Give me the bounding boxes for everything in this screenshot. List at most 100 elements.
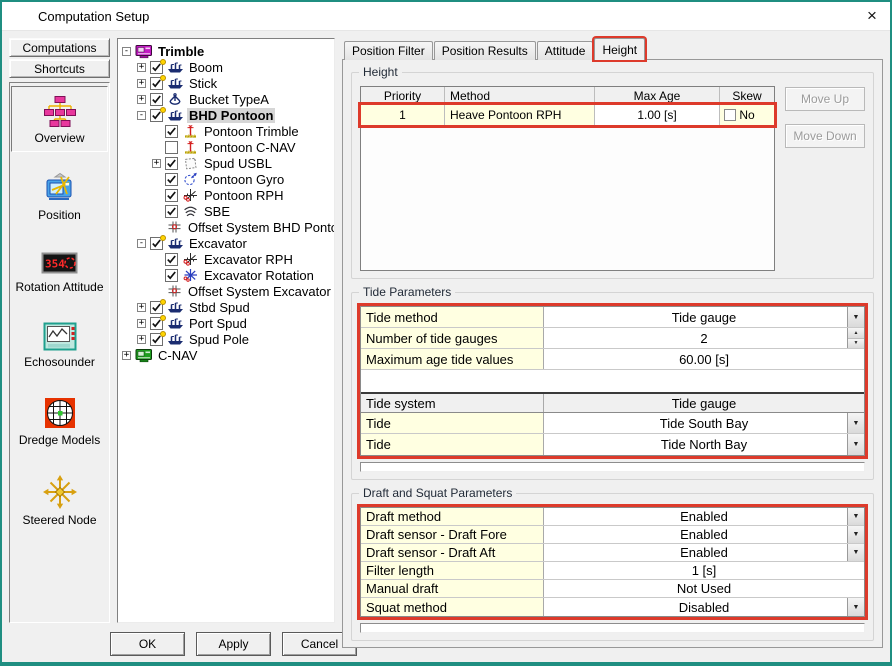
tree-expand-toggle[interactable]: + (137, 63, 146, 72)
tree-item-port-spud[interactable]: +Port Spud (120, 315, 332, 331)
tree-expand-toggle[interactable]: + (152, 159, 161, 168)
tree-item-spud-usbl[interactable]: + Spud USBL (120, 155, 332, 171)
move-down-button[interactable]: Move Down (785, 124, 865, 148)
tree-item-label[interactable]: Pontoon Trimble (202, 124, 301, 139)
tree-checkbox[interactable] (150, 77, 163, 90)
sidebar-item-overview[interactable]: Overview (11, 86, 108, 152)
sidebar-item-echosounder[interactable]: Echosounder (11, 314, 108, 376)
tree-item-label[interactable]: Spud USBL (202, 156, 274, 171)
tree-item-label[interactable]: BHD Pontoon (187, 108, 275, 123)
sidebar-tab-computations[interactable]: Computations (9, 38, 110, 57)
tree-expand-toggle[interactable]: + (137, 319, 146, 328)
spinner-up-button[interactable]: ▲ (848, 328, 864, 339)
tree-item-label[interactable]: SBE (202, 204, 232, 219)
tree-checkbox[interactable] (165, 173, 178, 186)
dropdown-arrow-button[interactable]: ▼ (847, 544, 864, 561)
sidebar-item-dredge-models[interactable]: Dredge Models (11, 389, 108, 454)
tree-item-pontoon-trimble[interactable]: +Pontoon Trimble (120, 123, 332, 139)
tree-checkbox[interactable] (165, 269, 178, 282)
tree-item-stick[interactable]: + Stick (120, 75, 332, 91)
spinner-down-button[interactable]: ▼ (848, 339, 864, 349)
height-cell-max-age[interactable]: 1.00 [s] (595, 105, 720, 125)
tree-item-offset-system-bhd-pontoon[interactable]: +Offset System BHD Pontoon (120, 219, 332, 235)
tree-expand-toggle[interactable]: - (122, 47, 131, 56)
param-value-tide[interactable]: Tide South Bay▼ (544, 413, 864, 433)
tree-checkbox[interactable] (150, 333, 163, 346)
height-table-row[interactable]: 1Heave Pontoon RPH1.00 [s]No (361, 105, 774, 125)
tree-expand-toggle[interactable]: - (137, 239, 146, 248)
tree-item-boom[interactable]: + Boom (120, 59, 332, 75)
tree-expand-toggle[interactable]: + (137, 335, 146, 344)
move-up-button[interactable]: Move Up (785, 87, 865, 111)
sidebar-item-steered-node[interactable]: Steered Node (11, 467, 108, 534)
tree-checkbox[interactable] (150, 301, 163, 314)
tree-item-label[interactable]: Trimble (156, 44, 206, 59)
tab-position-results[interactable]: Position Results (434, 41, 536, 60)
tree-item-trimble[interactable]: - Trimble (120, 43, 332, 59)
tree-expand-toggle[interactable]: - (137, 111, 146, 120)
tree-item-label[interactable]: Stick (187, 76, 219, 91)
tree-item-label[interactable]: Pontoon Gyro (202, 172, 286, 187)
tree-expand-toggle[interactable]: + (137, 95, 146, 104)
dropdown-arrow-button[interactable]: ▼ (847, 598, 864, 616)
tree-item-spud-pole[interactable]: + Spud Pole (120, 331, 332, 347)
tree-item-excavator-rotation[interactable]: +Excavator Rotation (120, 267, 332, 283)
tree-item-label[interactable]: C-NAV (156, 348, 199, 363)
tree-checkbox[interactable] (165, 141, 178, 154)
tree-expand-toggle[interactable]: + (122, 351, 131, 360)
skew-checkbox[interactable] (724, 109, 736, 121)
tree-checkbox[interactable] (150, 61, 163, 74)
tree-checkbox[interactable] (165, 125, 178, 138)
tree-item-label[interactable]: Boom (187, 60, 225, 75)
tree-checkbox[interactable] (165, 157, 178, 170)
dropdown-arrow-button[interactable]: ▼ (847, 434, 864, 455)
tree-item-label[interactable]: Pontoon C-NAV (202, 140, 298, 155)
param-value-squat-method[interactable]: Disabled▼ (544, 598, 864, 616)
param-value-tide[interactable]: Tide North Bay▼ (544, 434, 864, 455)
param-value-number-of-tide-gauges[interactable]: 2▲▼ (544, 328, 864, 348)
tree-item-label[interactable]: Offset System BHD Pontoon (186, 220, 335, 235)
dropdown-arrow-button[interactable]: ▼ (847, 413, 864, 433)
tree-item-pontoon-rph[interactable]: +Pontoon RPH (120, 187, 332, 203)
tree-expand-toggle[interactable]: + (137, 79, 146, 88)
tree-checkbox[interactable] (165, 253, 178, 266)
ok-button[interactable]: OK (110, 632, 185, 656)
param-value-tide-method[interactable]: Tide gauge▼ (544, 307, 864, 327)
tree-item-excavator[interactable]: - Excavator (120, 235, 332, 251)
tree-checkbox[interactable] (165, 189, 178, 202)
tree-checkbox[interactable] (150, 317, 163, 330)
tab-height[interactable]: Height (594, 38, 645, 60)
close-button[interactable]: × (858, 4, 886, 28)
tree-item-label[interactable]: Bucket TypeA (187, 92, 271, 107)
sidebar-item-rotation-attitude[interactable]: 354Rotation Attitude (11, 242, 108, 301)
tab-attitude[interactable]: Attitude (537, 41, 594, 60)
tree-expand-toggle[interactable]: + (137, 303, 146, 312)
param-value-draft-sensor-draft-aft[interactable]: Enabled▼ (544, 544, 864, 561)
tree-item-label[interactable]: Stbd Spud (187, 300, 252, 315)
tree-checkbox[interactable] (150, 237, 163, 250)
apply-button[interactable]: Apply (196, 632, 271, 656)
tree-item-offset-system-excavator[interactable]: +Offset System Excavator (120, 283, 332, 299)
tree-item-label[interactable]: Excavator Rotation (202, 268, 316, 283)
tree-item-pontoon-c-nav[interactable]: +Pontoon C-NAV (120, 139, 332, 155)
tree-item-label[interactable]: Offset System Excavator (186, 284, 333, 299)
param-value-draft-method[interactable]: Enabled▼ (544, 508, 864, 525)
tree-item-label[interactable]: Excavator (187, 236, 249, 251)
sidebar-item-position[interactable]: Position (11, 165, 108, 229)
sidebar-tab-shortcuts[interactable]: Shortcuts (9, 59, 110, 78)
spinner-control[interactable]: ▲▼ (847, 328, 864, 348)
tree-item-label[interactable]: Pontoon RPH (202, 188, 286, 203)
tree-item-c-nav[interactable]: + C-NAV (120, 347, 332, 363)
dropdown-arrow-button[interactable]: ▼ (847, 307, 864, 327)
param-value-draft-sensor-draft-fore[interactable]: Enabled▼ (544, 526, 864, 543)
tree-item-bhd-pontoon[interactable]: - BHD Pontoon (120, 107, 332, 123)
tree-item-label[interactable]: Spud Pole (187, 332, 251, 347)
tree-checkbox[interactable] (150, 93, 163, 106)
tree-checkbox[interactable] (165, 205, 178, 218)
tree-item-sbe[interactable]: +SBE (120, 203, 332, 219)
tree-item-pontoon-gyro[interactable]: +Pontoon Gyro (120, 171, 332, 187)
tree-item-stbd-spud[interactable]: + Stbd Spud (120, 299, 332, 315)
tree-item-excavator-rph[interactable]: +Excavator RPH (120, 251, 332, 267)
dropdown-arrow-button[interactable]: ▼ (847, 508, 864, 525)
tree-checkbox[interactable] (150, 109, 163, 122)
